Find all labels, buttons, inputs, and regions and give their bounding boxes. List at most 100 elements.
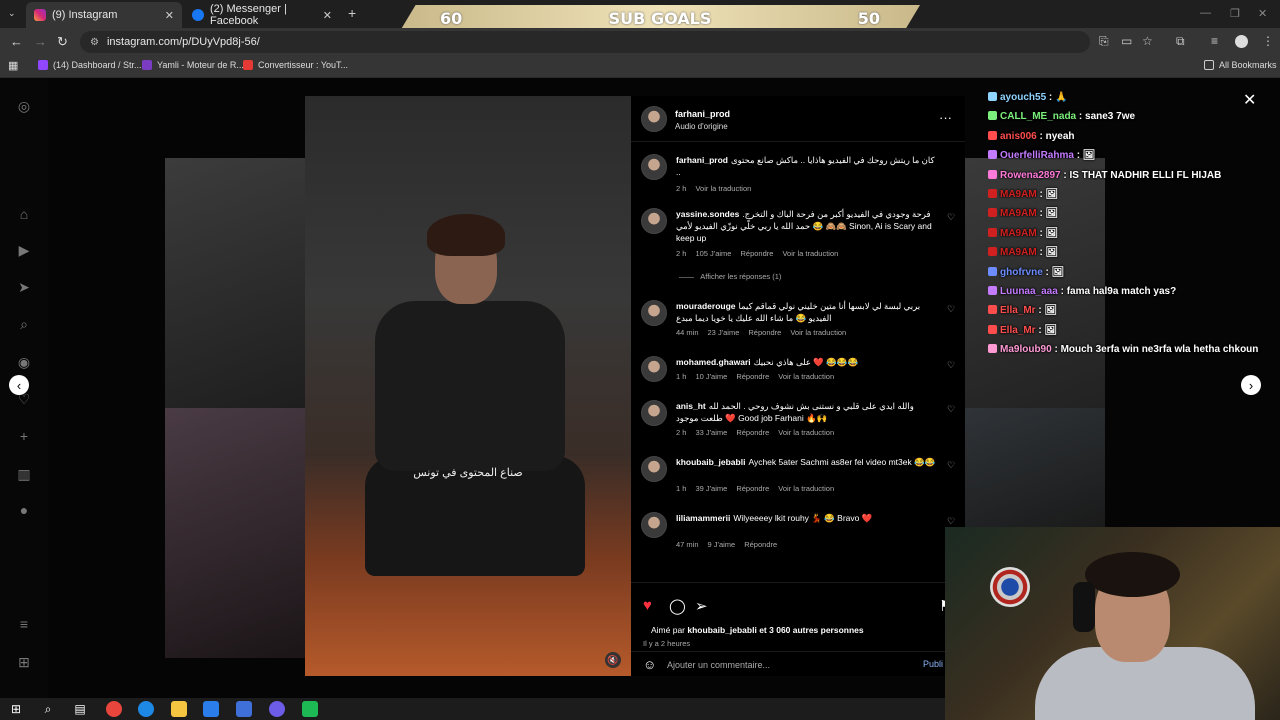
bookmark-convertisseur[interactable]: Convertisseur : YouT...	[243, 60, 348, 70]
minimize-icon[interactable]: —	[1200, 7, 1211, 19]
store-icon[interactable]	[203, 701, 219, 717]
tab-messenger[interactable]: (2) Messenger | Facebook ✕	[184, 2, 340, 28]
cast-icon[interactable]: ▭	[1121, 34, 1132, 48]
chat-username[interactable]: MA9AM	[1000, 228, 1037, 239]
address-bar[interactable]: ⚙ instagram.com/p/DUyVpd8j-56/	[80, 31, 1090, 53]
bookmark-dashboard[interactable]: (14) Dashboard / Str...	[38, 60, 142, 70]
avatar[interactable]	[641, 456, 667, 482]
reply-link[interactable]: Répondre	[744, 540, 777, 549]
chat-username[interactable]: ghofrvne	[1000, 267, 1043, 278]
reply-link[interactable]: Répondre	[748, 328, 781, 337]
comment-icon[interactable]: ◯	[669, 597, 686, 615]
chat-username[interactable]: MA9AM	[1000, 247, 1037, 258]
more-menu-icon[interactable]: ≡	[16, 616, 32, 632]
search-icon[interactable]: ⌕	[16, 316, 32, 332]
avatar[interactable]	[641, 356, 667, 382]
avatar[interactable]	[641, 300, 667, 326]
mail-icon[interactable]	[236, 701, 252, 717]
author-username[interactable]: farhani_prod	[675, 109, 730, 119]
chat-username[interactable]: Rowena2897	[1000, 170, 1061, 181]
translate-link[interactable]: Voir la traduction	[782, 249, 838, 258]
like-comment-icon[interactable]: ♡	[947, 304, 955, 315]
comment-username[interactable]: mouraderouge	[676, 301, 736, 311]
file-explorer-icon[interactable]	[171, 701, 187, 717]
more-options-icon[interactable]: ···	[939, 110, 952, 125]
app-icon[interactable]	[302, 701, 318, 717]
comment-likes[interactable]: 33 J'aime	[695, 428, 727, 437]
like-comment-icon[interactable]: ♡	[947, 212, 955, 223]
avatar[interactable]	[641, 154, 667, 180]
chat-username[interactable]: Ella_Mr	[1000, 305, 1036, 316]
publish-button[interactable]: Publi	[923, 659, 943, 669]
back-icon[interactable]: ←	[10, 34, 23, 49]
author-avatar[interactable]	[641, 106, 667, 132]
reply-link[interactable]: Répondre	[740, 249, 773, 258]
new-tab-icon[interactable]: +	[348, 5, 356, 21]
chat-username[interactable]: MA9AM	[1000, 208, 1037, 219]
like-heart-icon[interactable]: ♥	[643, 597, 652, 614]
tab-search-icon[interactable]: ⌄	[8, 8, 16, 19]
home-icon[interactable]: ⌂	[16, 206, 32, 222]
bookmark-yamli[interactable]: Yamli - Moteur de R...	[142, 60, 244, 70]
translate-link[interactable]: Voir la traduction	[778, 428, 834, 437]
site-info-icon[interactable]: ⚙	[90, 37, 99, 48]
like-comment-icon[interactable]: ♡	[947, 360, 955, 371]
dashboard-icon[interactable]: ▥	[16, 466, 32, 482]
more-icon[interactable]: ⋮	[1262, 34, 1274, 48]
avatar[interactable]	[641, 208, 667, 234]
task-view-icon[interactable]: ▤	[72, 701, 88, 717]
grid-tile[interactable]	[965, 408, 1105, 528]
like-comment-icon[interactable]: ♡	[947, 516, 955, 527]
grid-tile[interactable]	[165, 158, 305, 408]
comment-likes[interactable]: 39 J'aime	[695, 484, 727, 493]
chat-username[interactable]: MA9AM	[1000, 189, 1037, 200]
chat-username[interactable]: Ella_Mr	[1000, 325, 1036, 336]
instagram-logo-icon[interactable]: ◎	[16, 98, 32, 114]
menu-list-icon[interactable]: ≡	[1211, 34, 1218, 48]
translate-icon[interactable]: ⎘	[1099, 34, 1109, 49]
reload-icon[interactable]: ↻	[57, 34, 68, 50]
comment-username[interactable]: liliamammerii	[676, 513, 730, 523]
comment-username[interactable]: yassine.sondes	[676, 209, 739, 219]
caption-username[interactable]: farhani_prod	[676, 155, 728, 165]
windows-start-icon[interactable]: ⊞	[8, 701, 24, 717]
chat-username[interactable]: OuerfelliRahma	[1000, 150, 1074, 161]
create-icon[interactable]: +	[16, 428, 32, 444]
reels-icon[interactable]: ▶	[16, 242, 32, 258]
comment-likes[interactable]: 9 J'aime	[708, 540, 736, 549]
reply-link[interactable]: Répondre	[736, 372, 769, 381]
comment-likes[interactable]: 105 J'aime	[695, 249, 731, 258]
prev-post-button[interactable]: ‹	[9, 375, 29, 395]
avatar[interactable]	[641, 400, 667, 426]
reply-link[interactable]: Répondre	[736, 484, 769, 493]
tab-instagram[interactable]: (9) Instagram ✕	[26, 2, 182, 28]
close-window-icon[interactable]: ✕	[1258, 7, 1267, 20]
liked-by-user[interactable]: khoubaib_jebabli	[687, 625, 756, 635]
translate-link[interactable]: Voir la traduction	[790, 328, 846, 337]
comment-input[interactable]	[667, 657, 907, 673]
chat-username[interactable]: anis006	[1000, 131, 1037, 142]
search-icon[interactable]: ⌕	[40, 701, 56, 717]
show-replies-link[interactable]: —— Afficher les réponses (1)	[679, 272, 781, 281]
comment-likes[interactable]: 10 J'aime	[695, 372, 727, 381]
close-tab-icon[interactable]: ✕	[323, 9, 332, 22]
comment-username[interactable]: anis_ht	[676, 401, 706, 411]
edge-icon[interactable]	[138, 701, 154, 717]
translate-link[interactable]: Voir la traduction	[695, 184, 751, 193]
comment-username[interactable]: khoubaib_jebabli	[676, 457, 745, 467]
maximize-icon[interactable]: ❐	[1230, 7, 1240, 20]
emoji-icon[interactable]: ☺	[643, 657, 656, 672]
send-icon[interactable]: ➤	[16, 279, 32, 295]
chat-username[interactable]: ayouch55	[1000, 92, 1046, 103]
bookmark-star-icon[interactable]: ☆	[1142, 34, 1153, 48]
profile-icon[interactable]: ●	[16, 502, 32, 518]
avatar[interactable]	[641, 512, 667, 538]
comment-username[interactable]: mohamed.ghawari	[676, 357, 751, 367]
all-bookmarks[interactable]: All Bookmarks	[1204, 60, 1277, 70]
next-post-button[interactable]: ›	[1241, 375, 1261, 395]
close-tab-icon[interactable]: ✕	[165, 9, 174, 22]
url-text[interactable]: instagram.com/p/DUyVpd8j-56/	[107, 36, 260, 48]
extensions-icon[interactable]: ⧉	[1176, 34, 1185, 49]
apps-grid-icon[interactable]: ▦	[8, 59, 18, 72]
chat-username[interactable]: CALL_ME_nada	[1000, 111, 1076, 122]
